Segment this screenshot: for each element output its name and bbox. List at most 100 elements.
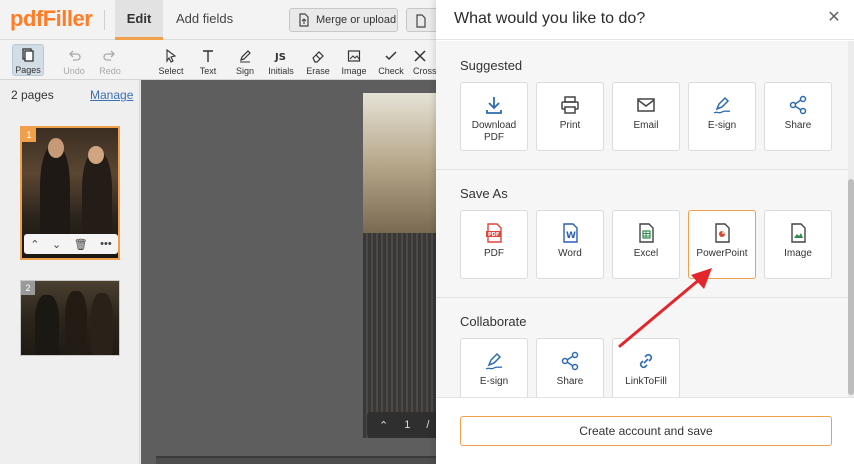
tool-select[interactable]: Select: [155, 44, 187, 76]
link-to-fill-button[interactable]: LinkToFill: [612, 338, 680, 397]
tool-label: Select: [158, 66, 184, 76]
esign-button[interactable]: E-sign: [688, 82, 756, 151]
scrollbar-thumb[interactable]: [848, 179, 854, 395]
undo-icon: [69, 50, 81, 61]
tab-edit[interactable]: Edit: [115, 0, 163, 40]
collaborate-esign-button[interactable]: E-sign: [460, 338, 528, 397]
more-actions-button[interactable]: [406, 8, 436, 32]
share-icon: [561, 351, 579, 371]
document-canvas: ⌃ 1 /: [141, 80, 436, 464]
section-divider: [436, 169, 848, 170]
tool-label: Cross: [413, 66, 436, 76]
card-label: Image: [784, 248, 812, 259]
tool-pages[interactable]: Pages: [12, 44, 44, 76]
tool-text[interactable]: Text: [193, 44, 223, 76]
card-label: Email: [633, 120, 659, 131]
card-label: Print: [559, 120, 581, 131]
merge-upload-icon: [299, 13, 309, 27]
more-icon[interactable]: •••: [100, 238, 112, 250]
tool-erase[interactable]: Erase: [303, 44, 333, 76]
thumbnail-figure: [65, 291, 87, 355]
previous-page-icon[interactable]: ⌃: [379, 419, 388, 432]
image-icon: [347, 50, 361, 62]
tool-undo[interactable]: Undo: [58, 44, 90, 76]
thumbnail-face: [48, 138, 64, 158]
word-file-icon: W: [563, 223, 578, 243]
save-as-word-button[interactable]: W Word: [536, 210, 604, 279]
logo-divider: [104, 10, 105, 30]
tool-initials[interactable]: JS Initials: [265, 44, 297, 76]
tool-label: Check: [378, 66, 404, 76]
save-as-pdf-button[interactable]: PDF PDF: [460, 210, 528, 279]
link-icon: [639, 353, 653, 369]
merge-upload-label: Merge or upload: [316, 14, 397, 26]
svg-text:W: W: [566, 231, 576, 241]
section-title-collaborate: Collaborate: [460, 314, 527, 329]
manage-pages-link[interactable]: Manage: [90, 88, 133, 102]
create-account-button[interactable]: Create account and save: [460, 416, 832, 446]
tool-check[interactable]: Check: [375, 44, 407, 76]
cursor-icon: [166, 49, 177, 63]
tool-label: Image: [341, 66, 367, 76]
page-separator: /: [426, 419, 430, 431]
merge-upload-button[interactable]: Merge or upload: [289, 8, 398, 32]
export-dialog: What would you like to do? ✕ Suggested D…: [436, 0, 854, 464]
page-thumbnail[interactable]: 2: [20, 280, 120, 356]
signature-pen-icon: [713, 96, 731, 114]
dialog-footer: Create account and save: [436, 397, 854, 464]
close-icon[interactable]: ✕: [826, 10, 842, 26]
section-title-save-as: Save As: [460, 186, 508, 201]
thumbnail-figure: [40, 146, 70, 246]
thumbnail-figure: [82, 152, 112, 242]
email-button[interactable]: Email: [612, 82, 680, 151]
document-icon: [416, 14, 426, 28]
tool-image[interactable]: Image: [339, 44, 369, 76]
page-number-badge: 2: [21, 281, 35, 295]
save-as-excel-button[interactable]: Excel: [612, 210, 680, 279]
delete-icon[interactable]: 🗑: [74, 238, 88, 251]
card-label: Download PDF: [471, 120, 517, 143]
dialog-title: What would you like to do?: [454, 10, 646, 27]
tool-redo[interactable]: Redo: [94, 44, 126, 76]
thumbnail-controls: ⌃ ⌄ 🗑 •••: [24, 234, 118, 254]
tab-add-fields[interactable]: Add fields: [176, 0, 233, 40]
collaborate-share-button[interactable]: Share: [536, 338, 604, 397]
tool-label: Pages: [15, 65, 41, 75]
document-photo-detail: [363, 233, 436, 438]
download-pdf-button[interactable]: Download PDF: [460, 82, 528, 151]
page-navigator: ⌃ 1 /: [367, 412, 436, 438]
dialog-scrollbar[interactable]: [848, 41, 854, 397]
canvas-scroll-area: [156, 456, 436, 464]
dialog-header: What would you like to do? ✕: [436, 0, 854, 40]
save-as-powerpoint-button[interactable]: PowerPoint: [688, 210, 756, 279]
svg-text:JS: JS: [274, 52, 286, 63]
document-page[interactable]: [363, 93, 436, 438]
printer-icon: [561, 96, 579, 114]
excel-file-icon: [639, 223, 654, 243]
pages-count: 2 pages: [11, 88, 54, 102]
current-page-number[interactable]: 1: [404, 419, 410, 431]
share-icon: [789, 95, 807, 115]
section-divider: [436, 297, 848, 298]
card-label: Excel: [633, 248, 659, 259]
tool-label: Text: [199, 66, 217, 76]
tool-label: Erase: [306, 66, 330, 76]
move-up-icon[interactable]: ⌃: [30, 238, 39, 251]
pages-icon: [22, 48, 34, 62]
page-thumbnail[interactable]: 1 ⌃ ⌄ 🗑 •••: [20, 126, 120, 260]
pen-icon: [240, 50, 251, 63]
print-button[interactable]: Print: [536, 82, 604, 151]
eraser-icon: [312, 51, 324, 63]
save-as-image-button[interactable]: Image: [764, 210, 832, 279]
check-icon: [385, 51, 397, 61]
tool-sign[interactable]: Sign: [230, 44, 260, 76]
share-button[interactable]: Share: [764, 82, 832, 151]
tool-label: Initials: [268, 66, 294, 76]
app-logo[interactable]: pdfFiller: [10, 6, 93, 32]
svg-text:PDF: PDF: [488, 232, 499, 238]
tool-label: Redo: [99, 66, 121, 76]
envelope-icon: [637, 98, 655, 112]
move-down-icon[interactable]: ⌄: [52, 238, 61, 251]
tool-cross[interactable]: Cross: [413, 44, 436, 76]
text-icon: [203, 50, 213, 62]
